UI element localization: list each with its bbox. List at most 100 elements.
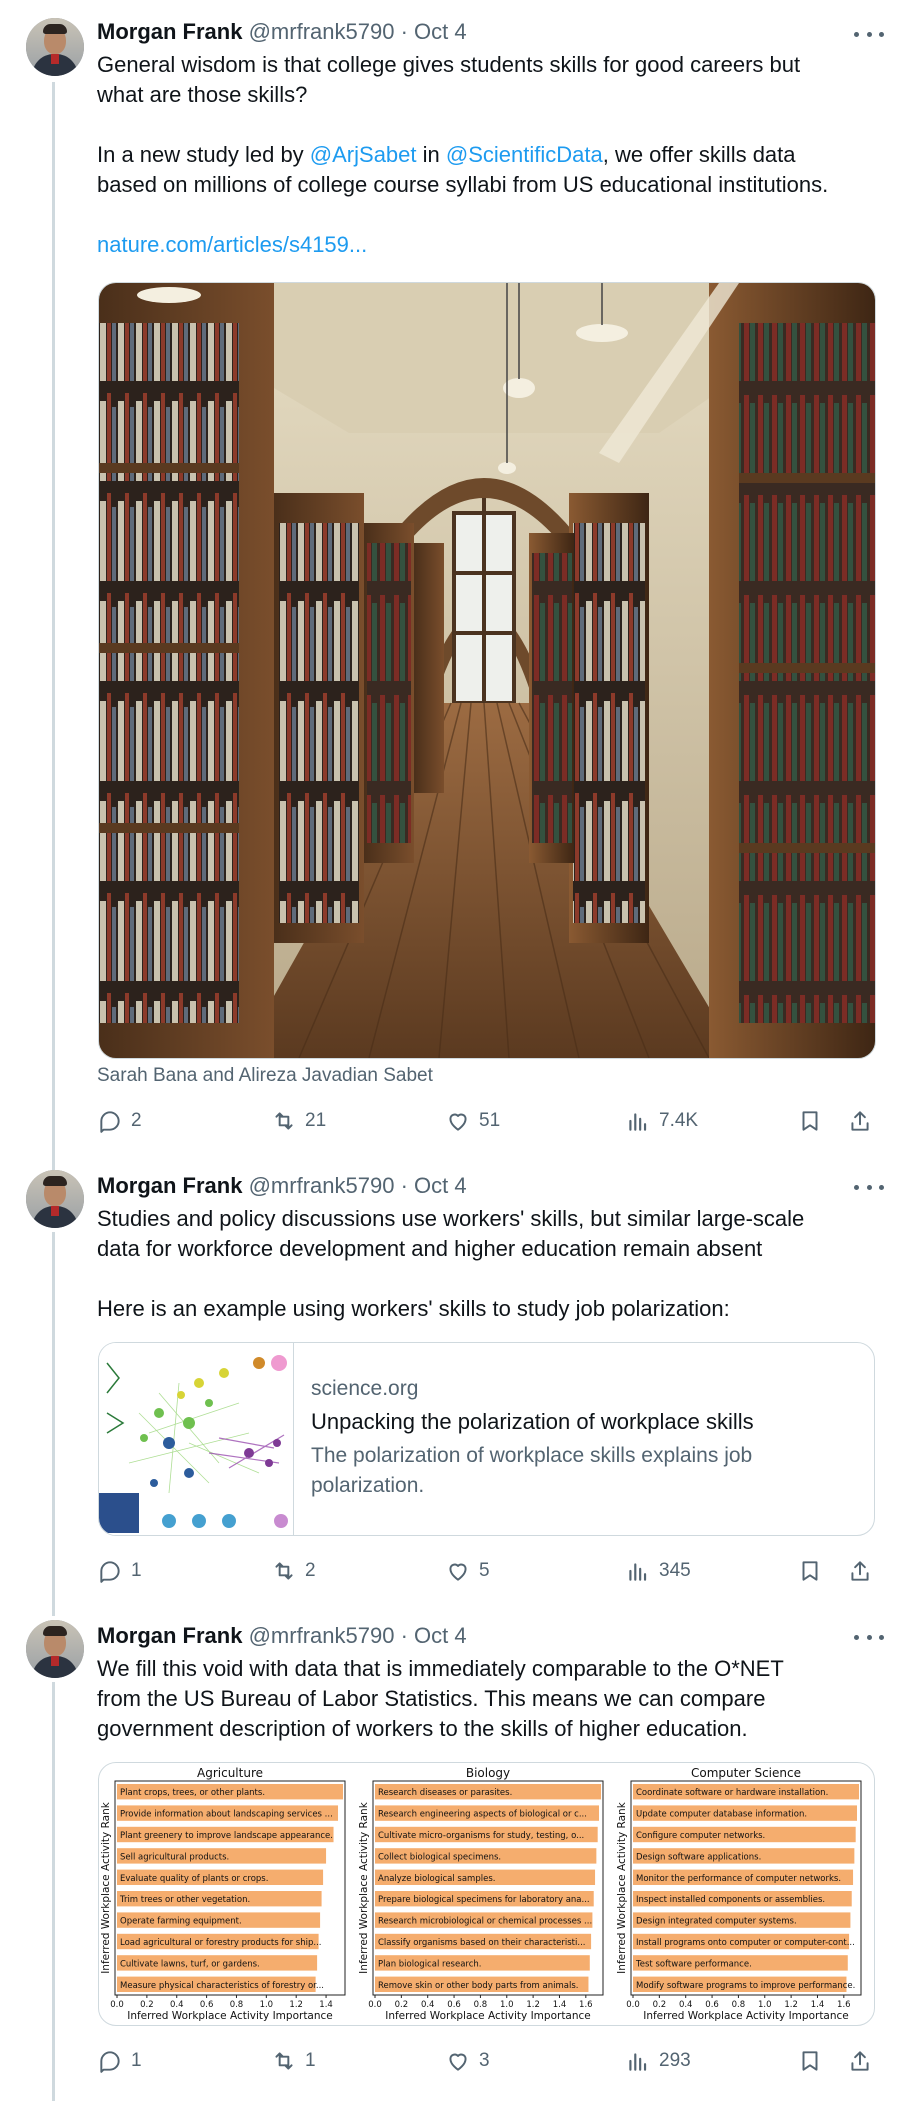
mention-link[interactable]: @ScientificData [446, 142, 603, 167]
tweet-date[interactable]: Oct 4 [414, 19, 467, 44]
reply-count: 1 [131, 1560, 142, 1581]
share-icon [851, 1111, 869, 1131]
tweet[interactable]: Morgan Frank @mrfrank5790 · Oct 4 Studie… [0, 1160, 898, 1600]
x-tick-label: 0.8 [474, 2000, 488, 2010]
bar-label: Install programs onto computer or comput… [636, 1938, 855, 1948]
tweet-text: Studies and policy discussions use worke… [97, 1204, 887, 1324]
chart-title: Computer Science [691, 1766, 801, 1780]
retweet-button[interactable]: 2 [271, 1558, 316, 1584]
handle[interactable]: @mrfrank5790 [249, 1173, 395, 1198]
bookmark-button[interactable] [797, 2048, 823, 2074]
x-tick-label: 0.4 [421, 2000, 435, 2010]
tweet-actions: 2 21 51 7.4K [97, 1108, 887, 1138]
reply-icon [100, 1111, 120, 1133]
text-line: General wisdom is that college gives stu… [97, 52, 801, 77]
display-name[interactable]: Morgan Frank [97, 19, 242, 44]
bar-label: Cultivate lawns, turf, or gardens. [120, 1959, 260, 1969]
x-tick-label: 1.0 [260, 2000, 274, 2010]
heart-icon [449, 1113, 467, 1131]
display-name[interactable]: Morgan Frank [97, 1623, 242, 1648]
retweet-count: 21 [305, 1110, 327, 1131]
bookmark-button[interactable] [797, 1108, 823, 1134]
separator-dot: · [400, 19, 408, 44]
mention-link[interactable]: @ArjSabet [310, 142, 417, 167]
reply-button[interactable]: 1 [97, 1558, 142, 1584]
reply-icon [100, 2051, 120, 2073]
text-line: government description of workers to the… [97, 1716, 748, 1741]
like-button[interactable]: 51 [445, 1108, 500, 1134]
reply-count: 2 [131, 1110, 142, 1131]
x-tick-label: 0.4 [170, 2000, 184, 2010]
tweet-text: General wisdom is that college gives stu… [97, 50, 887, 260]
bar-label: Research microbiological or chemical pro… [378, 1917, 592, 1927]
display-name[interactable]: Morgan Frank [97, 1173, 242, 1198]
bookmark-button[interactable] [797, 1558, 823, 1584]
y-axis-label: Inferred Workplace Activity Rank [616, 1801, 628, 1974]
text-line: Studies and policy discussions use worke… [97, 1206, 805, 1231]
retweet-icon [275, 2052, 293, 2070]
x-tick-label: 0.2 [140, 2000, 154, 2010]
handle[interactable]: @mrfrank5790 [249, 1623, 395, 1648]
views-button[interactable]: 7.4K [625, 1108, 698, 1134]
x-axis-label: Inferred Workplace Activity Importance [385, 2010, 591, 2022]
analytics-icon [629, 2053, 647, 2071]
handle[interactable]: @mrfrank5790 [249, 19, 395, 44]
views-button[interactable]: 293 [625, 2048, 691, 2074]
x-tick-label: 0.8 [732, 2000, 746, 2010]
like-button[interactable]: 5 [445, 1558, 490, 1584]
article-link[interactable]: nature.com/articles/s4159... [97, 230, 887, 260]
bar-label: Remove skin or other body parts from ani… [378, 1981, 578, 1991]
avatar[interactable] [26, 18, 84, 76]
bar-label: Inspect installed components or assembli… [636, 1895, 825, 1905]
link-card[interactable]: science.org Unpacking the polarization o… [98, 1342, 875, 1536]
bar-label: Update computer database information. [636, 1810, 807, 1820]
tweet-date[interactable]: Oct 4 [414, 1623, 467, 1648]
analytics-icon [629, 1563, 647, 1581]
reply-icon [100, 1561, 120, 1583]
share-button[interactable] [847, 1558, 873, 1584]
more-options-icon[interactable] [854, 1177, 884, 1197]
views-button[interactable]: 345 [625, 1558, 691, 1584]
like-button[interactable]: 3 [445, 2048, 490, 2074]
bar-label: Operate farming equipment. [120, 1917, 242, 1927]
retweet-count: 1 [305, 2050, 316, 2071]
x-tick-label: 1.4 [811, 2000, 825, 2010]
analytics-icon [629, 1113, 647, 1131]
text-line: what are those skills? [97, 82, 308, 107]
retweet-button[interactable]: 21 [271, 1108, 326, 1134]
share-button[interactable] [847, 2048, 873, 2074]
x-axis-label: Inferred Workplace Activity Importance [643, 2010, 849, 2022]
x-tick-label: 0.0 [110, 2000, 124, 2010]
retweet-count: 2 [305, 1560, 316, 1581]
tweet-date[interactable]: Oct 4 [414, 1173, 467, 1198]
text-line: from the US Bureau of Labor Statistics. … [97, 1686, 766, 1711]
bar-label: Measure physical characteristics of fore… [120, 1981, 324, 1991]
bar-label: Design software applications. [636, 1852, 761, 1862]
x-tick-label: 0.2 [395, 2000, 409, 2010]
x-axis-label: Inferred Workplace Activity Importance [127, 2010, 333, 2022]
more-options-icon[interactable] [854, 24, 884, 44]
bar-label: Classify organisms based on their charac… [378, 1938, 586, 1948]
heart-icon [449, 1563, 467, 1581]
chart-image[interactable]: Agriculture Inferred Workplace Activity R… [98, 1762, 875, 2026]
reply-button[interactable]: 1 [97, 2048, 142, 2074]
share-button[interactable] [847, 1108, 873, 1134]
retweet-icon [275, 1562, 293, 1580]
avatar[interactable] [26, 1620, 84, 1678]
bar-label: Prepare biological specimens for laborat… [378, 1895, 590, 1905]
tweet[interactable]: Morgan Frank @mrfrank5790 · Oct 4 We fil… [0, 1610, 898, 2101]
tweet[interactable]: Morgan Frank @mrfrank5790 · Oct 4 Genera… [0, 0, 898, 1150]
x-tick-label: 0.4 [679, 2000, 693, 2010]
reply-button[interactable]: 2 [97, 1108, 142, 1134]
retweet-button[interactable]: 1 [271, 2048, 316, 2074]
x-tick-label: 1.4 [319, 2000, 333, 2010]
more-options-icon[interactable] [854, 1627, 884, 1647]
library-photo[interactable] [98, 282, 876, 1059]
x-tick-label: 0.2 [653, 2000, 667, 2010]
avatar[interactable] [26, 1170, 84, 1228]
network-graphic [99, 1343, 293, 1535]
x-tick-label: 1.2 [289, 2000, 303, 2010]
like-count: 3 [479, 2050, 490, 2071]
bar-label: Design integrated computer systems. [636, 1917, 797, 1927]
bar-label: Trim trees or other vegetation. [119, 1895, 250, 1905]
